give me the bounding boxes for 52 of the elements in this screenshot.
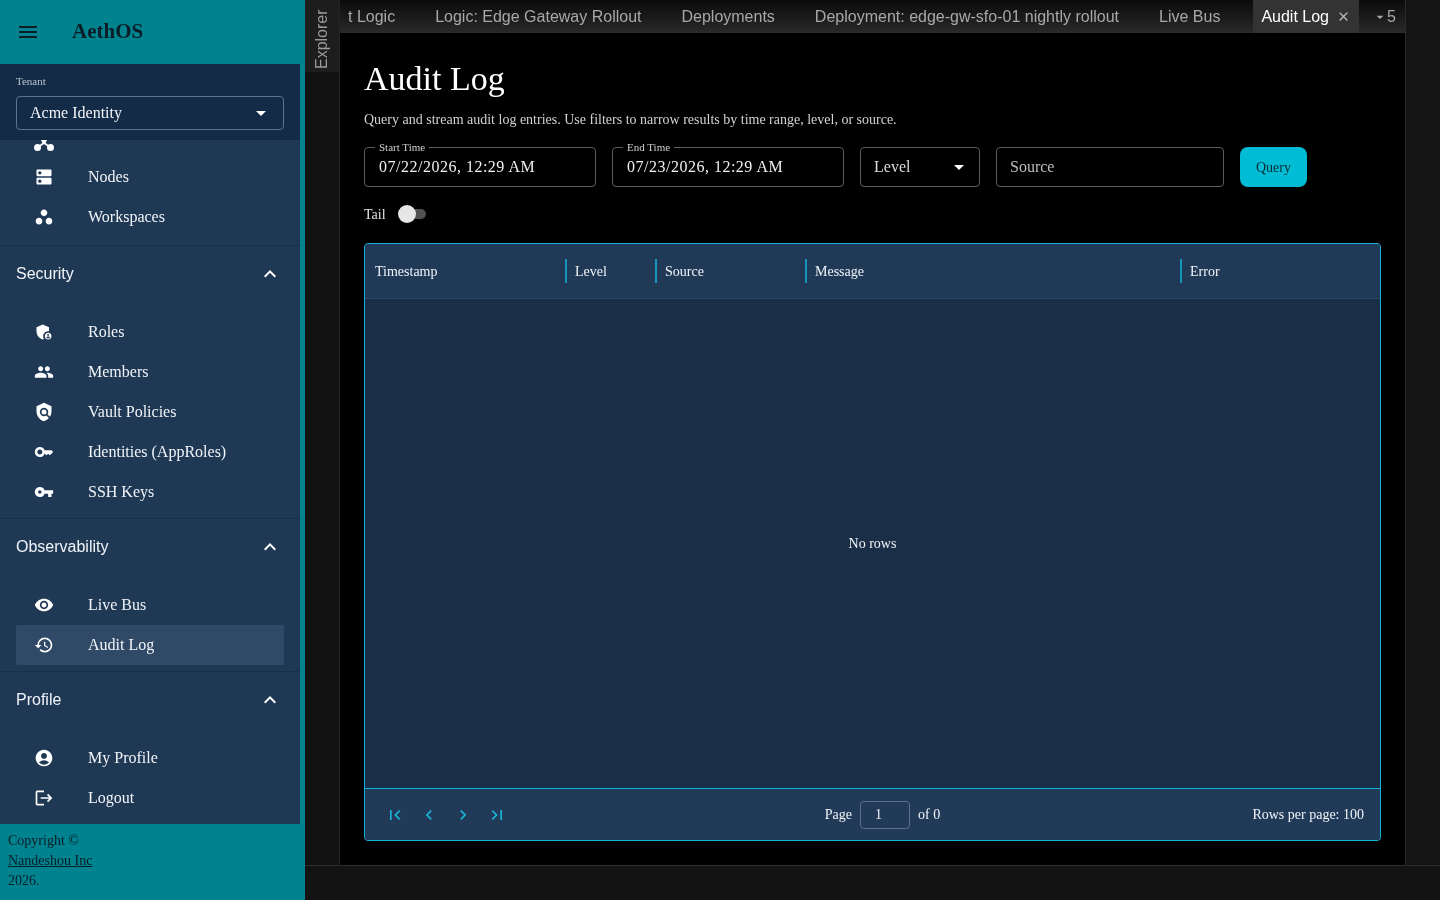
server-icon — [34, 167, 54, 187]
nav-item[interactable]: Audit Log — [16, 625, 284, 665]
section-header[interactable]: Profile — [0, 672, 300, 728]
nav-item[interactable]: My Profile — [16, 738, 284, 778]
tab[interactable]: t Logic — [340, 0, 416, 33]
network-nodes-icon — [34, 140, 54, 151]
tenant-select[interactable]: Acme Identity — [16, 96, 284, 130]
app-title: AethOS — [72, 18, 144, 46]
column-header: Level — [575, 262, 607, 281]
nav-item[interactable]: SSH Keys — [16, 472, 284, 512]
level-select[interactable]: Level — [860, 147, 980, 187]
page-label: Page — [824, 806, 852, 824]
column-header: Message — [815, 262, 864, 281]
page-count: of 0 — [918, 806, 941, 824]
tab[interactable]: Deployments — [661, 0, 795, 33]
explorer-tab[interactable]: Explorer — [305, 0, 339, 72]
nav-item[interactable]: Live Bus — [16, 585, 284, 625]
section-header[interactable]: Observability — [0, 519, 300, 575]
column-header: Source — [665, 262, 704, 281]
logout-icon — [34, 788, 54, 808]
nav-item[interactable]: Workspaces — [16, 197, 284, 237]
copyright-text: Copyright © — [8, 832, 79, 850]
three-circles-icon — [34, 207, 54, 227]
page-input[interactable]: 1 — [860, 800, 910, 829]
tab[interactable]: Live Bus — [1139, 0, 1241, 33]
nav-item[interactable]: Nodes — [16, 157, 284, 197]
nav-item[interactable]: Members — [16, 352, 284, 392]
shield-user-icon — [34, 322, 54, 342]
tail-label: Tail — [364, 205, 386, 224]
nav-item[interactable]: Identities (AppRoles) — [16, 432, 284, 472]
source-field[interactable]: Source — [996, 147, 1224, 187]
tab[interactable]: Deployment: edge-gw-sfo-01 nightly rollout — [794, 0, 1139, 33]
column-header: Error — [1190, 262, 1220, 281]
company-link[interactable]: Nandeshou Inc — [8, 853, 93, 868]
nav-item[interactable]: Roles — [16, 312, 284, 352]
shield-search-icon — [34, 402, 54, 422]
rows-per-page: Rows per page: 100 — [1252, 806, 1364, 824]
nav-item[interactable]: Logout — [16, 778, 284, 818]
copyright-year: 2026. — [8, 872, 40, 890]
nav-item[interactable]: Vault Policies — [16, 392, 284, 432]
column-header: Timestamp — [375, 262, 438, 281]
page-title: Audit Log — [364, 59, 505, 99]
empty-message: No rows — [848, 535, 897, 553]
query-button[interactable]: Query — [1240, 147, 1307, 187]
tab[interactable]: Logic: Edge Gateway Rollout — [415, 0, 662, 33]
history-icon — [34, 635, 54, 655]
tenant-label: Tenant — [16, 74, 46, 88]
tab-overflow-button[interactable]: 5 — [1372, 0, 1396, 33]
tail-switch[interactable] — [397, 205, 428, 223]
section-header[interactable]: Security — [0, 246, 300, 302]
tab[interactable]: Audit Log — [1253, 0, 1359, 33]
page-description: Query and stream audit log entries. Use filters to narrow results by time range, level, or source. — [364, 111, 897, 129]
